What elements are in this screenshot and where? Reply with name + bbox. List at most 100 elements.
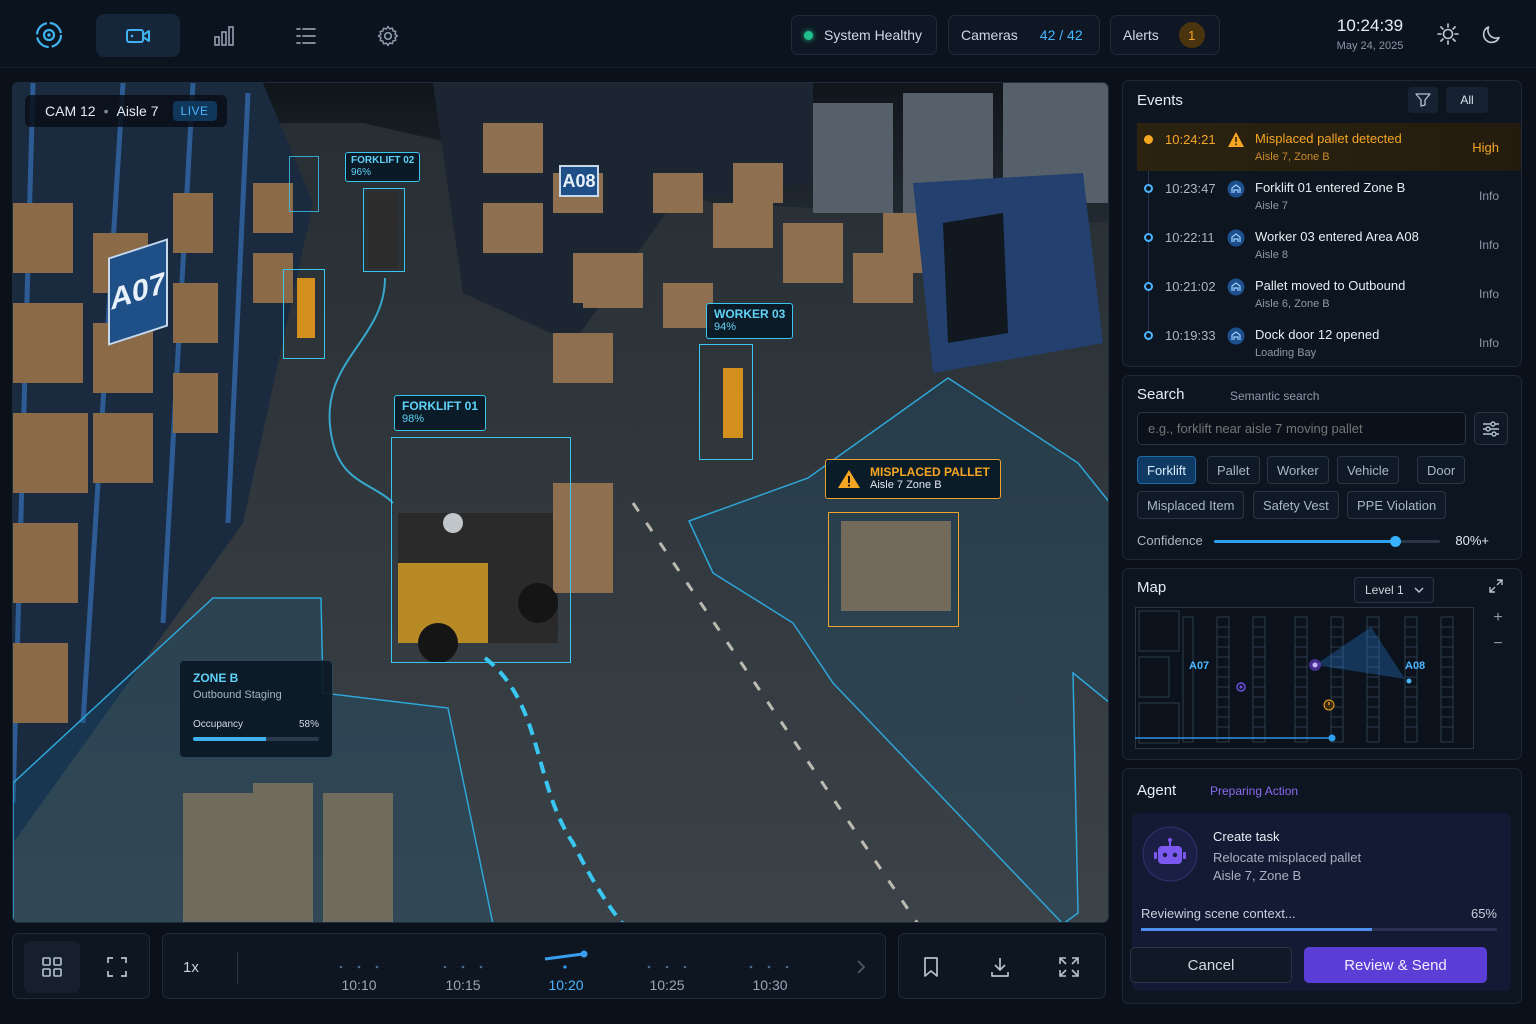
bar-chart-icon xyxy=(214,25,234,46)
filter-icon xyxy=(1415,93,1431,107)
map-title: Map xyxy=(1137,579,1167,596)
alert-tag-misplaced-pallet[interactable]: MISPLACED PALLET Aisle 7 Zone B xyxy=(825,459,1001,499)
filter-chip-vehicle[interactable]: Vehicle xyxy=(1337,456,1399,484)
events-filter-button[interactable] xyxy=(1408,87,1438,113)
map-forklift-marker[interactable] xyxy=(1406,678,1412,684)
detection-tag-forklift-02[interactable]: FORKLIFT 02 96% xyxy=(345,152,421,182)
grid-view-button[interactable] xyxy=(24,941,80,993)
alerts-pill[interactable]: Alerts 1 xyxy=(1110,15,1220,55)
timeline-next-button[interactable] xyxy=(855,959,867,978)
building-icon xyxy=(1227,180,1245,198)
event-item[interactable]: 10:21:02 Pallet moved to Outbound Aisle 6,… xyxy=(1137,270,1521,318)
filter-chip-ppe-violation[interactable]: PPE Violation xyxy=(1347,491,1447,519)
map-alert-marker[interactable] xyxy=(1323,699,1335,711)
detection-box-worker-left[interactable] xyxy=(283,269,325,359)
cameras-pill[interactable]: Cameras 42 / 42 xyxy=(948,15,1100,55)
clock-date: May 24, 2025 xyxy=(1336,40,1404,52)
semantic-search-input[interactable] xyxy=(1137,412,1466,445)
view-controls xyxy=(12,933,150,999)
filter-chip-pallet[interactable]: Pallet xyxy=(1207,456,1260,484)
search-settings-button[interactable] xyxy=(1474,412,1508,445)
timeline-divider xyxy=(237,952,238,984)
filter-chip-door[interactable]: Door xyxy=(1417,456,1466,484)
event-item[interactable]: 10:19:33 Dock door 12 opened Loading Bay In… xyxy=(1137,319,1521,367)
list-icon xyxy=(296,27,316,44)
detection-label: FORKLIFT 01 xyxy=(402,399,479,413)
agent-task-line1: Relocate misplaced pallet xyxy=(1213,850,1362,865)
fullscreen-button[interactable] xyxy=(1041,941,1097,993)
floor-map[interactable]: A07 A08 xyxy=(1135,607,1475,750)
detection-box-misplaced-pallet[interactable] xyxy=(828,512,959,627)
event-severity: Info xyxy=(1478,336,1499,350)
bookmark-button[interactable] xyxy=(903,941,959,993)
playback-speed[interactable]: 1x xyxy=(183,959,199,976)
agent-title: Agent xyxy=(1137,782,1177,799)
event-severity: Info xyxy=(1478,238,1499,252)
zone-subtitle: Outbound Staging xyxy=(193,689,282,701)
focus-view-button[interactable] xyxy=(89,941,145,993)
logo-icon[interactable] xyxy=(30,16,68,54)
nav-list-button[interactable] xyxy=(264,14,348,57)
warning-icon xyxy=(838,470,860,488)
camera-feed[interactable]: A07 A08 CAM 12 • Aisle 7 LIVE FORKLIFT 0… xyxy=(12,82,1109,923)
gear-icon xyxy=(377,25,399,46)
event-title: Pallet moved to Outbound xyxy=(1255,278,1406,293)
event-title: Misplaced pallet detected xyxy=(1255,131,1402,146)
light-mode-button[interactable] xyxy=(1436,22,1460,46)
map-zoom-in-button[interactable]: + xyxy=(1485,609,1511,633)
cancel-button[interactable]: Cancel xyxy=(1130,947,1292,983)
events-filter-all[interactable]: All xyxy=(1446,87,1488,113)
nav-settings-button[interactable] xyxy=(346,14,430,57)
review-send-button[interactable]: Review & Send xyxy=(1304,947,1487,983)
event-item[interactable]: 10:23:47 Forklift 01 entered Zone B Aisle … xyxy=(1137,172,1521,220)
warning-icon xyxy=(1228,132,1244,147)
agent-status: Preparing Action xyxy=(1210,784,1299,798)
bookmark-icon xyxy=(924,957,938,977)
event-dot xyxy=(1144,331,1153,340)
filter-chip-worker[interactable]: Worker xyxy=(1267,456,1329,484)
event-dot xyxy=(1144,135,1153,144)
event-item[interactable]: 10:22:11 Worker 03 entered Area A08 Aisle … xyxy=(1137,221,1521,269)
chevron-down-icon xyxy=(1414,587,1424,594)
detection-box-forklift-02[interactable] xyxy=(363,188,405,272)
zone-info-card[interactable]: ZONE B Outbound Staging Occupancy 58% xyxy=(179,660,333,758)
detection-tag-worker-03[interactable]: WORKER 03 94% xyxy=(706,303,794,339)
level-select[interactable]: Level 1 xyxy=(1354,577,1434,603)
playback-timeline[interactable]: 1x 10:10 10:15 10:20 10:25 10:30 xyxy=(162,933,886,999)
detection-box-forklift-01[interactable] xyxy=(391,437,571,663)
download-button[interactable] xyxy=(972,941,1028,993)
nav-video-button[interactable] xyxy=(96,14,180,57)
confidence-slider-thumb[interactable] xyxy=(1389,536,1401,547)
nav-analytics-button[interactable] xyxy=(182,14,266,57)
map-zoom-out-button[interactable]: − xyxy=(1485,635,1511,659)
confidence-slider[interactable] xyxy=(1214,536,1440,547)
dark-mode-button[interactable] xyxy=(1480,22,1504,46)
agent-task-title: Create task xyxy=(1213,829,1280,844)
filter-chip-misplaced-item[interactable]: Misplaced Item xyxy=(1137,491,1245,519)
confidence-label: Confidence xyxy=(1137,533,1203,548)
map-expand-button[interactable] xyxy=(1489,579,1503,596)
timeline-track[interactable] xyxy=(283,946,883,976)
robot-avatar-icon xyxy=(1142,826,1198,882)
building-icon xyxy=(1227,229,1245,247)
detection-label: FORKLIFT 02 xyxy=(351,155,415,166)
sun-icon xyxy=(1437,23,1459,45)
expand-icon xyxy=(1489,579,1503,593)
event-item[interactable]: 10:24:21 Misplaced pallet detected Aisle 7… xyxy=(1137,123,1521,171)
system-status-text: System Healthy xyxy=(824,27,923,43)
grid-icon xyxy=(42,957,62,977)
detection-box-worker-far[interactable] xyxy=(289,156,319,212)
events-panel: Events All 10:24:21 Misplaced pallet dete… xyxy=(1122,80,1522,367)
clock-time: 10:24:39 xyxy=(1336,16,1404,35)
event-location: Aisle 8 xyxy=(1255,249,1289,261)
occupancy-bar xyxy=(193,737,319,741)
confidence-value: 80%+ xyxy=(1455,533,1489,548)
filter-chip-safety-vest[interactable]: Safety Vest xyxy=(1253,491,1339,519)
detection-tag-forklift-01[interactable]: FORKLIFT 01 98% xyxy=(394,395,487,431)
alert-tag-title: MISPLACED PALLET xyxy=(870,465,990,479)
detection-box-worker-03[interactable] xyxy=(699,344,753,460)
system-status-pill[interactable]: System Healthy xyxy=(791,15,937,55)
detection-confidence: 96% xyxy=(351,167,372,178)
video-camera-icon xyxy=(126,28,150,43)
filter-chip-forklift[interactable]: Forklift xyxy=(1137,456,1196,484)
